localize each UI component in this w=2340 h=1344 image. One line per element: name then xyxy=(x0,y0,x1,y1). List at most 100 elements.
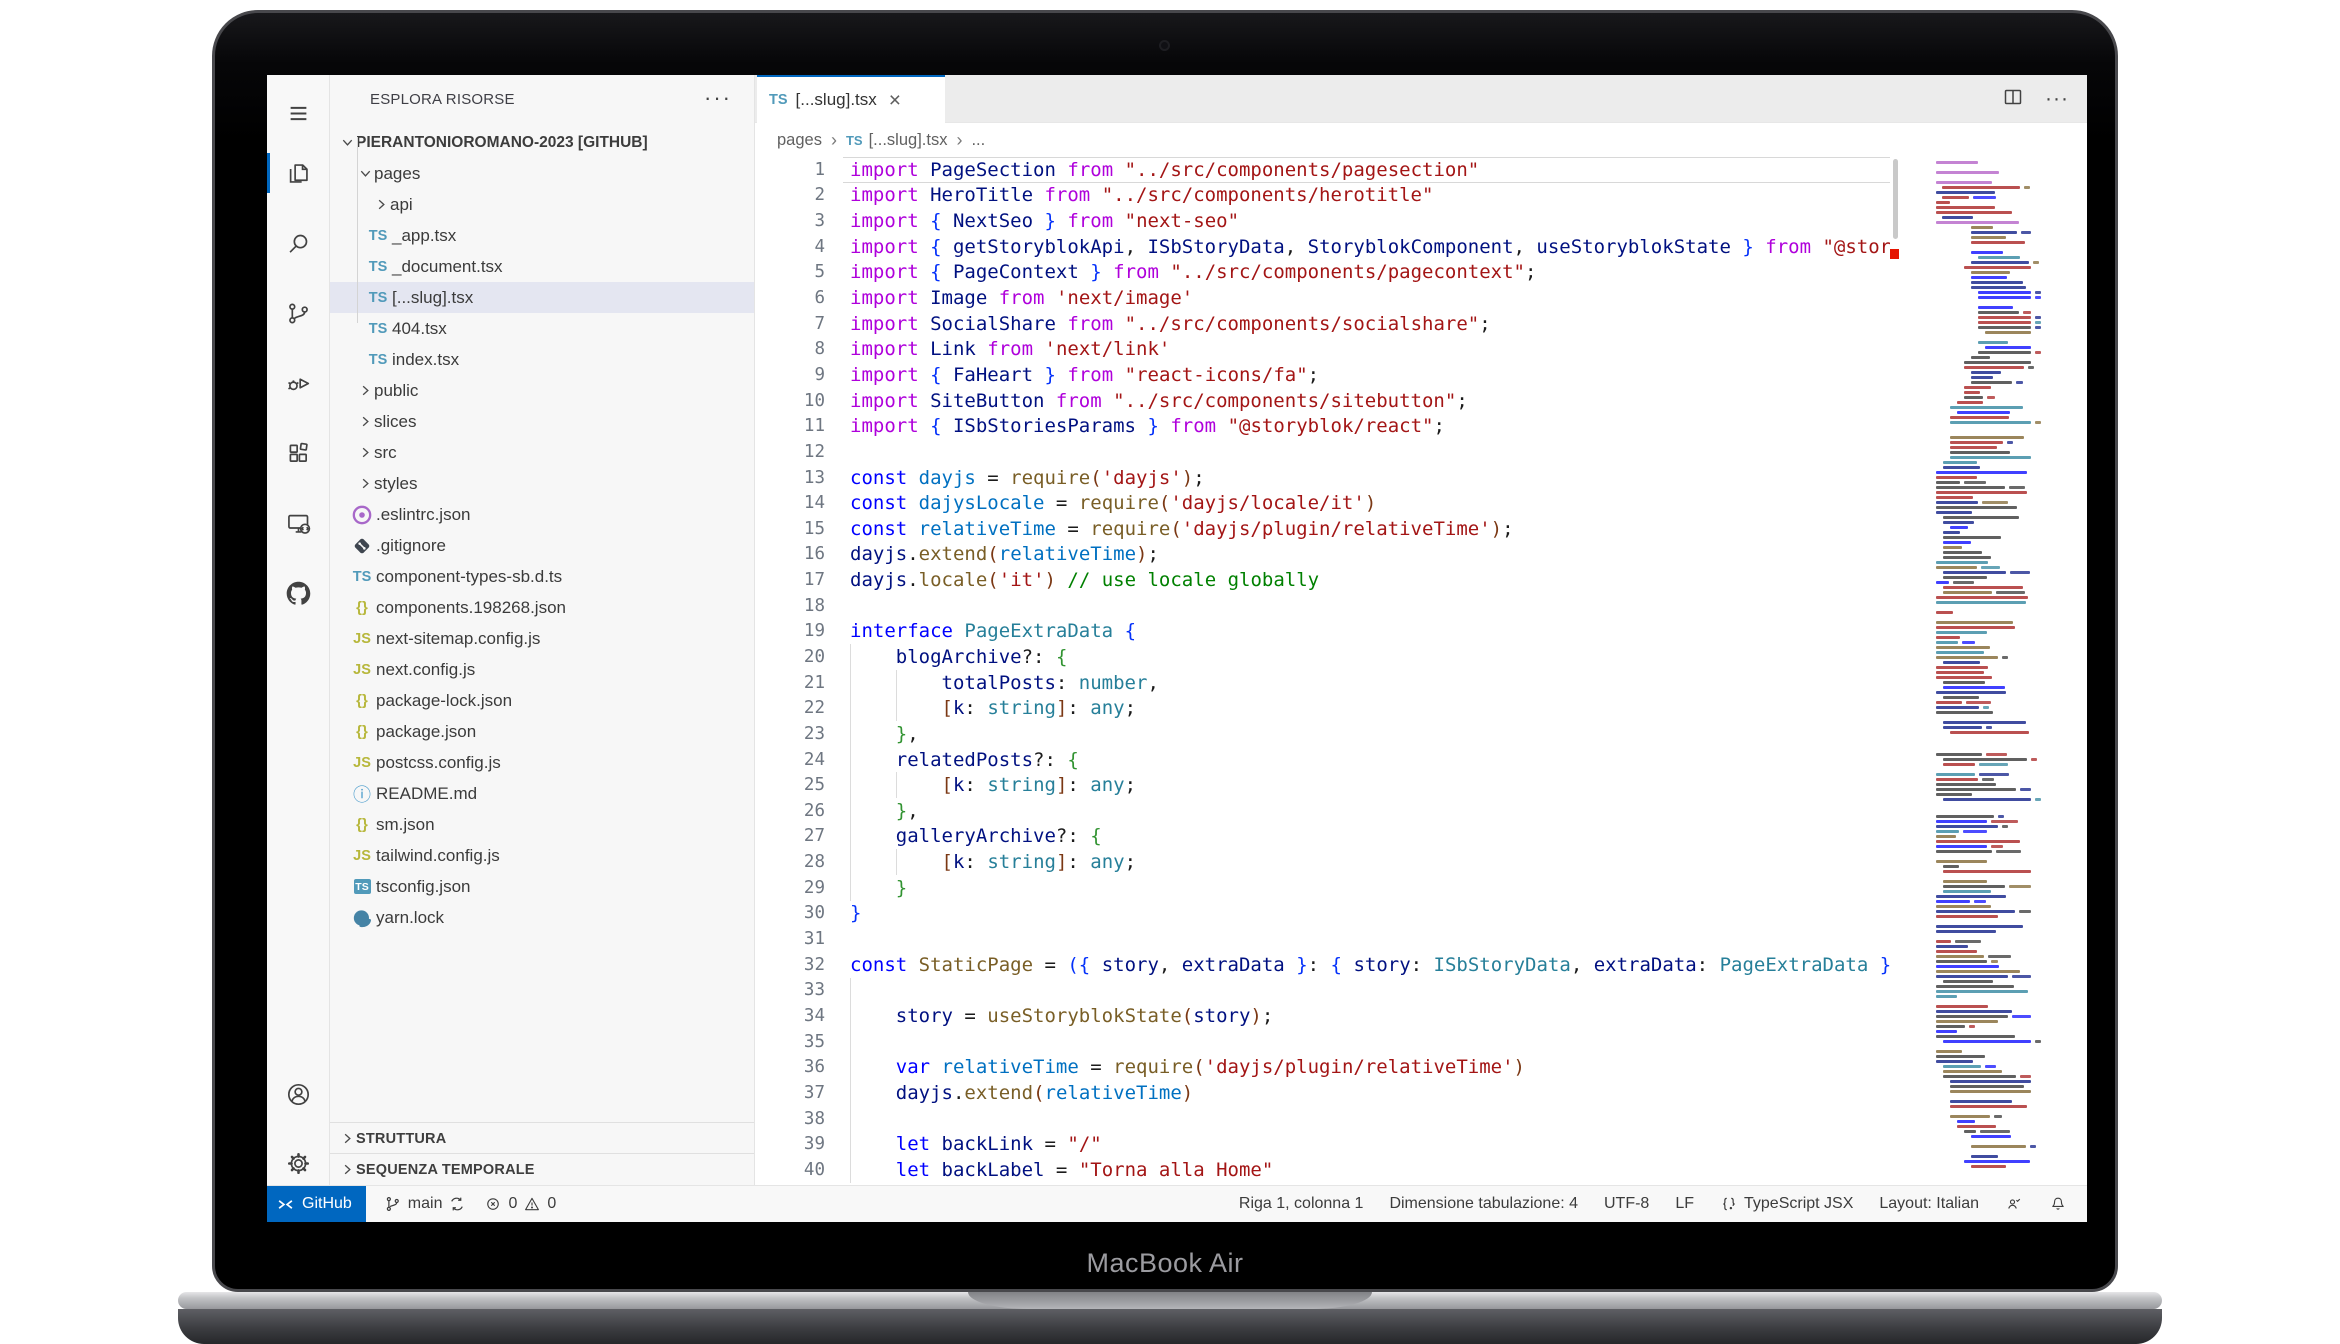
code-line-10[interactable]: 10import SiteButton from "../src/compone… xyxy=(755,388,1933,414)
split-editor-icon[interactable] xyxy=(2001,85,2025,114)
tree-item-styles[interactable]: styles xyxy=(330,468,754,499)
breadcrumb-item[interactable]: [...slug].tsx xyxy=(869,131,948,150)
activity-extensions-icon[interactable] xyxy=(267,427,330,479)
tree-item-postcss-config-js[interactable]: JSpostcss.config.js xyxy=(330,747,754,778)
tree-item-package-lock-json[interactable]: {}package-lock.json xyxy=(330,685,754,716)
code-line-31[interactable]: 31 xyxy=(755,926,1933,952)
code-line-13[interactable]: 13const dayjs = require('dayjs'); xyxy=(755,465,1933,491)
tree-item-readme-md[interactable]: ⓘREADME.md xyxy=(330,778,754,809)
activity-run-debug-icon[interactable] xyxy=(267,357,330,409)
status-item[interactable]: LF xyxy=(1675,1195,1694,1213)
section-sequenza-temporale[interactable]: SEQUENZA TEMPORALE xyxy=(330,1153,754,1185)
code-line-9[interactable]: 9import { FaHeart } from "react-icons/fa… xyxy=(755,362,1933,388)
code-line-37[interactable]: 37 dayjs.extend(relativeTime) xyxy=(755,1080,1933,1106)
status-item[interactable]: Riga 1, colonna 1 xyxy=(1239,1195,1364,1213)
code-line-5[interactable]: 5import { PageContext } from "../src/com… xyxy=(755,260,1933,286)
activity-explorer-icon[interactable] xyxy=(267,147,330,199)
code-line-36[interactable]: 36 var relativeTime = require('dayjs/plu… xyxy=(755,1054,1933,1080)
code-line-6[interactable]: 6import Image from 'next/image' xyxy=(755,285,1933,311)
tree-item-package-json[interactable]: {}package.json xyxy=(330,716,754,747)
activity-search-icon[interactable] xyxy=(267,217,330,269)
status-item[interactable]: UTF-8 xyxy=(1604,1195,1649,1213)
tree-item-sm-json[interactable]: {}sm.json xyxy=(330,809,754,840)
code-line-19[interactable]: 19interface PageExtraData { xyxy=(755,619,1933,645)
activity-remote-explorer-icon[interactable] xyxy=(267,497,330,549)
code-line-29[interactable]: 29 } xyxy=(755,875,1933,901)
status-item-bell-icon[interactable] xyxy=(2049,1195,2067,1213)
code-line-21[interactable]: 21 totalPosts: number, xyxy=(755,670,1933,696)
code-line-2[interactable]: 2import HeroTitle from "../src/component… xyxy=(755,183,1933,209)
code-line-8[interactable]: 8import Link from 'next/link' xyxy=(755,336,1933,362)
problems-indicator[interactable]: 0 0 xyxy=(484,1195,556,1213)
breadcrumb-item[interactable]: ... xyxy=(971,131,985,150)
status-item[interactable]: Layout: Italian xyxy=(1879,1195,1979,1213)
activity-account-icon[interactable] xyxy=(267,1068,330,1120)
code-line-30[interactable]: 30} xyxy=(755,901,1933,927)
minimap-slider[interactable] xyxy=(1893,159,1898,239)
code-line-28[interactable]: 28 [k: string]: any; xyxy=(755,849,1933,875)
code-line-23[interactable]: 23 }, xyxy=(755,721,1933,747)
code-line-33[interactable]: 33 xyxy=(755,978,1933,1004)
section-struttura[interactable]: STRUTTURA xyxy=(330,1122,754,1154)
tree-item--slug-tsx[interactable]: TS[...slug].tsx xyxy=(330,282,754,313)
tree-item-pages[interactable]: pages xyxy=(330,158,754,189)
tree-item-public[interactable]: public xyxy=(330,375,754,406)
code-line-14[interactable]: 14const dajysLocale = require('dayjs/loc… xyxy=(755,490,1933,516)
tree-item--gitignore[interactable]: .gitignore xyxy=(330,530,754,561)
code-line-18[interactable]: 18 xyxy=(755,593,1933,619)
tree-item-components-198268-json[interactable]: {}components.198268.json xyxy=(330,592,754,623)
code-line-24[interactable]: 24 relatedPosts?: { xyxy=(755,747,1933,773)
code-line-40[interactable]: 40 let backLabel = "Torna alla Home" xyxy=(755,1157,1933,1183)
code-line-39[interactable]: 39 let backLink = "/" xyxy=(755,1131,1933,1157)
tree-item-yarn-lock[interactable]: yarn.lock xyxy=(330,902,754,933)
tree-item-next-config-js[interactable]: JSnext.config.js xyxy=(330,654,754,685)
tree-item-index-tsx[interactable]: TSindex.tsx xyxy=(330,344,754,375)
code-line-32[interactable]: 32const StaticPage = ({ story, extraData… xyxy=(755,952,1933,978)
code-line-20[interactable]: 20 blogArchive?: { xyxy=(755,644,1933,670)
tab-slug-tsx[interactable]: TS [...slug].tsx × xyxy=(757,75,945,123)
code-line-34[interactable]: 34 story = useStoryblokState(story); xyxy=(755,1003,1933,1029)
tree-item-tailwind-config-js[interactable]: JStailwind.config.js xyxy=(330,840,754,871)
tree-item--app-tsx[interactable]: TS_app.tsx xyxy=(330,220,754,251)
code-line-12[interactable]: 12 xyxy=(755,439,1933,465)
minimap[interactable] xyxy=(1890,157,2087,1185)
code-line-1[interactable]: 1import PageSection from "../src/compone… xyxy=(755,157,1933,183)
activity-source-control-icon[interactable] xyxy=(267,287,330,339)
activity-menu-icon[interactable] xyxy=(267,87,330,139)
code-line-35[interactable]: 35 xyxy=(755,1029,1933,1055)
code-line-3[interactable]: 3import { NextSeo } from "next-seo" xyxy=(755,208,1933,234)
code-line-22[interactable]: 22 [k: string]: any; xyxy=(755,695,1933,721)
tree-item--eslintrc-json[interactable]: .eslintrc.json xyxy=(330,499,754,530)
code-editor[interactable]: 1import PageSection from "../src/compone… xyxy=(755,157,1933,1185)
code-line-25[interactable]: 25 [k: string]: any; xyxy=(755,772,1933,798)
close-icon[interactable]: × xyxy=(889,90,901,111)
tree-item-tsconfig-json[interactable]: TStsconfig.json xyxy=(330,871,754,902)
remote-indicator[interactable]: GitHub xyxy=(267,1186,366,1222)
activity-settings-gear-icon[interactable] xyxy=(267,1137,330,1189)
code-line-27[interactable]: 27 galleryArchive?: { xyxy=(755,824,1933,850)
tree-item-slices[interactable]: slices xyxy=(330,406,754,437)
code-line-38[interactable]: 38 xyxy=(755,1106,1933,1132)
code-line-26[interactable]: 26 }, xyxy=(755,798,1933,824)
code-line-7[interactable]: 7import SocialShare from "../src/compone… xyxy=(755,311,1933,337)
branch-indicator[interactable]: main xyxy=(384,1195,467,1213)
code-line-16[interactable]: 16dayjs.extend(relativeTime); xyxy=(755,542,1933,568)
code-line-15[interactable]: 15const relativeTime = require('dayjs/pl… xyxy=(755,516,1933,542)
tree-item-next-sitemap-config-js[interactable]: JSnext-sitemap.config.js xyxy=(330,623,754,654)
more-actions-icon[interactable]: ··· xyxy=(2045,87,2069,111)
status-item[interactable]: Dimensione tabulazione: 4 xyxy=(1389,1195,1578,1213)
tree-item-src[interactable]: src xyxy=(330,437,754,468)
breadcrumb-item[interactable]: pages xyxy=(777,131,822,150)
tree-item--document-tsx[interactable]: TS_document.tsx xyxy=(330,251,754,282)
code-line-17[interactable]: 17dayjs.locale('it') // use locale globa… xyxy=(755,567,1933,593)
status-item-feedback-icon[interactable] xyxy=(2005,1195,2023,1213)
tree-item-404-tsx[interactable]: TS404.tsx xyxy=(330,313,754,344)
activity-github-icon[interactable] xyxy=(267,567,330,619)
status-item-braces-icon[interactable]: TypeScript JSX xyxy=(1720,1195,1853,1213)
code-line-11[interactable]: 11import { ISbStoriesParams } from "@sto… xyxy=(755,413,1933,439)
more-actions-icon[interactable]: ··· xyxy=(704,85,732,111)
tree-item-component-types-sb-d-ts[interactable]: TScomponent-types-sb.d.ts xyxy=(330,561,754,592)
code-line-4[interactable]: 4import { getStoryblokApi, ISbStoryData,… xyxy=(755,234,1933,260)
tree-item-pierantonioromano-2023-github-[interactable]: PIERANTONIOROMANO-2023 [GITHUB] xyxy=(330,127,754,158)
tree-item-api[interactable]: api xyxy=(330,189,754,220)
